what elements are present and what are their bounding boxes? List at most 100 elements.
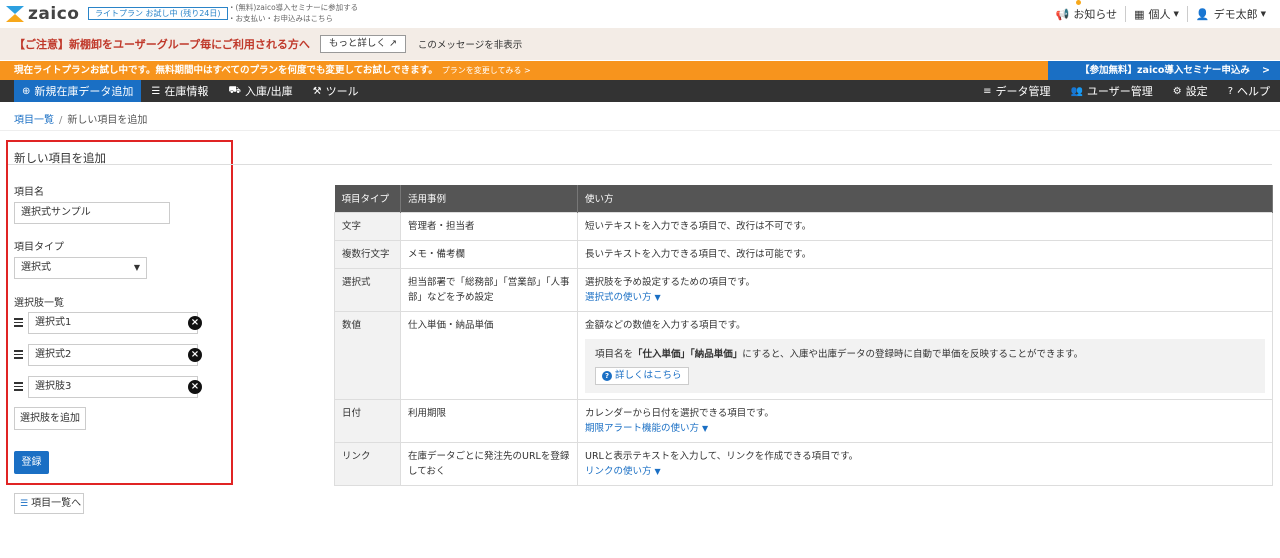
remove-choice-icon[interactable]: × — [188, 348, 202, 362]
notification-dot — [1075, 0, 1081, 5]
caution-text: 【ご注意】新棚卸をユーザーグループ毎にご利用される方へ — [14, 38, 310, 51]
notifications-label: お知らせ — [1073, 8, 1118, 21]
question-circle-icon: ? — [602, 370, 612, 381]
unit-price-note: 項目名を「仕入単価」「納品単価」にすると、入庫や出庫データの登録時に自動で単価を… — [585, 338, 1265, 393]
payment-link[interactable]: ・お支払い・お申込みはこちら — [228, 13, 358, 24]
item-name-label: 項目名 — [14, 187, 44, 198]
external-link-icon: ↗ — [388, 38, 397, 49]
example-cell: 在庫データごとに発注先のURLを登録しておく — [400, 441, 578, 486]
zaico-logo-icon — [6, 6, 24, 22]
breadcrumb-divider — [0, 130, 1280, 131]
truck-icon: ⛟ — [228, 84, 241, 96]
zaico-logo[interactable]: zaico — [6, 4, 79, 24]
breadcrumb-item-list[interactable]: 項目一覧 — [14, 115, 54, 126]
choice-input[interactable]: 選択肢3 — [28, 376, 198, 398]
nav-tools[interactable]: ⚒ ツール — [303, 80, 369, 102]
nav-user-management[interactable]: 👥 ユーザー管理 — [1060, 80, 1162, 102]
drag-handle-icon[interactable] — [14, 318, 23, 327]
account-type-label: 個人 — [1148, 8, 1171, 21]
question-circle-icon: ? — [1227, 85, 1233, 97]
seminar-links: ・(無料)zaico導入セミナーに参加する ・お支払い・お申込みはこちら — [228, 2, 358, 24]
drag-handle-icon[interactable] — [14, 350, 23, 359]
gear-icon: ⚙ — [1172, 85, 1182, 97]
usage-text: URLと表示テキストを入力して、リンクを作成できる項目です。 — [585, 450, 859, 462]
plus-circle-icon: ⊕ — [22, 85, 31, 97]
user-menu[interactable]: 👤 デモ太郎 ▼ — [1186, 6, 1274, 22]
nav-help[interactable]: ? ヘルプ — [1218, 80, 1280, 102]
seminar-signup-button[interactable]: 【参加無料】zaico導入セミナー申込み > — [1048, 61, 1280, 80]
more-details-button[interactable]: もっと詳しく ↗ — [319, 35, 406, 53]
register-button[interactable]: 登録 — [14, 451, 49, 474]
user-name: デモ太郎 — [1213, 8, 1258, 21]
usage-text: カレンダーから日付を選択できる項目です。 — [585, 407, 774, 419]
trial-text: 現在ライトプランお試し中です。無料期間中はすべてのプランを何度でも変更してお試し… — [14, 65, 531, 76]
item-type-label: 項目タイプ — [14, 242, 64, 253]
choice-row: 選択肢3 × — [14, 376, 204, 398]
logo-text: zaico — [28, 4, 80, 24]
toolbox-icon: ⚒ — [312, 85, 322, 97]
usage-text: 金額などの数値を入力する項目です。 — [585, 319, 746, 331]
choice-input[interactable]: 選択式1 — [28, 312, 198, 334]
nav-new-item[interactable]: ⊕ 新規在庫データ追加 — [14, 80, 142, 102]
nav-data-management[interactable]: ≡ データ管理 — [973, 80, 1060, 102]
hide-message-link[interactable]: このメッセージを非表示 — [418, 37, 522, 51]
chevron-down-icon: ▼ — [1260, 10, 1266, 18]
account-type-menu[interactable]: ▦ 個人 ▼ — [1125, 6, 1187, 22]
example-cell: 管理者・担当者 — [400, 211, 578, 241]
back-to-list-button[interactable]: ☰ 項目一覧へ — [14, 493, 84, 514]
title-divider — [8, 164, 1272, 165]
expiry-alert-help-link[interactable]: 期限アラート機能の使い方 ▼ — [585, 421, 1265, 436]
link-type-help-link[interactable]: リンクの使い方 ▼ — [585, 464, 1265, 479]
example-cell: 利用期限 — [400, 398, 578, 443]
select-type-help-link[interactable]: 選択式の使い方 ▼ — [585, 290, 1265, 305]
item-name-input[interactable]: 選択式サンプル — [14, 202, 170, 224]
details-button[interactable]: ? 詳しくはこちら — [595, 366, 689, 385]
type-cell: 数値 — [334, 310, 401, 400]
drag-handle-icon[interactable] — [14, 382, 23, 391]
type-cell: リンク — [334, 441, 401, 486]
breadcrumb: 項目一覧 / 新しい項目を追加 — [14, 111, 147, 126]
chevron-down-icon: ▼ — [1173, 10, 1179, 18]
table-row: リンク 在庫データごとに発注先のURLを登録しておく URLと表示テキストを入力… — [334, 441, 1273, 486]
note-text: 項目名を「仕入単価」「納品単価」にすると、入庫や出庫データの登録時に自動で単価を… — [595, 348, 1084, 360]
type-cell: 選択式 — [334, 267, 401, 312]
usage-cell: カレンダーから日付を選択できる項目です。 期限アラート機能の使い方 ▼ — [577, 398, 1273, 443]
change-plan-link[interactable]: プランを変更してみる > — [442, 66, 531, 75]
trial-bar: 現在ライトプランお試し中です。無料期間中はすべてのプランを何度でも変更してお試し… — [0, 61, 1280, 80]
column-header-example: 活用事例 — [400, 185, 578, 212]
list-icon: ☰ — [20, 499, 29, 509]
add-choice-button[interactable]: 選択肢を追加 — [14, 407, 86, 430]
remove-choice-icon[interactable]: × — [188, 380, 202, 394]
remove-choice-icon[interactable]: × — [188, 316, 202, 330]
usage-cell: 選択肢を予め設定するための項目です。 選択式の使い方 ▼ — [577, 267, 1273, 312]
usage-cell: URLと表示テキストを入力して、リンクを作成できる項目です。 リンクの使い方 ▼ — [577, 441, 1273, 486]
column-header-type: 項目タイプ — [334, 185, 401, 212]
table-row: 数値 仕入単価・納品単価 金額などの数値を入力する項目です。 項目名を「仕入単価… — [334, 310, 1273, 400]
user-icon: 👤 — [1195, 7, 1210, 21]
choice-row: 選択式2 × — [14, 344, 204, 366]
usage-cell: 長いテキストを入力できる項目で、改行は可能です。 — [577, 239, 1273, 269]
trial-badge[interactable]: ライトプラン お試し中 (残り24日) — [88, 7, 228, 20]
users-icon: 👥 — [1070, 85, 1083, 97]
chevron-down-icon: ▼ — [654, 466, 661, 476]
example-cell: 仕入単価・納品単価 — [400, 310, 578, 400]
megaphone-icon: 📢 — [1055, 7, 1070, 21]
building-icon: ▦ — [1134, 7, 1145, 21]
example-cell: メモ・備考欄 — [400, 239, 578, 269]
choice-input[interactable]: 選択式2 — [28, 344, 198, 366]
choice-row: 選択式1 × — [14, 312, 204, 334]
chevron-down-icon: ▼ — [702, 423, 709, 433]
table-row: 文字 管理者・担当者 短いテキストを入力できる項目で、改行は不可です。 — [334, 211, 1273, 241]
nav-in-out[interactable]: ⛟ 入庫/出庫 — [218, 80, 302, 102]
notifications-button[interactable]: 📢 お知らせ — [1048, 0, 1125, 22]
nav-inventory[interactable]: ☰ 在庫情報 — [141, 80, 218, 102]
nav-settings[interactable]: ⚙ 設定 — [1163, 80, 1218, 102]
choices-label: 選択肢一覧 — [14, 298, 64, 309]
item-type-select[interactable]: 選択式 ▼ — [14, 257, 147, 279]
usage-text: 選択肢を予め設定するための項目です。 — [585, 276, 756, 288]
header-right: 📢 お知らせ ▦ 個人 ▼ 👤 デモ太郎 ▼ — [1048, 0, 1274, 28]
item-types-table: 項目タイプ 活用事例 使い方 文字 管理者・担当者 短いテキストを入力できる項目… — [334, 185, 1273, 486]
item-type-value: 選択式 — [21, 262, 51, 273]
seminar-link[interactable]: ・(無料)zaico導入セミナーに参加する — [228, 2, 358, 13]
type-cell: 複数行文字 — [334, 239, 401, 269]
